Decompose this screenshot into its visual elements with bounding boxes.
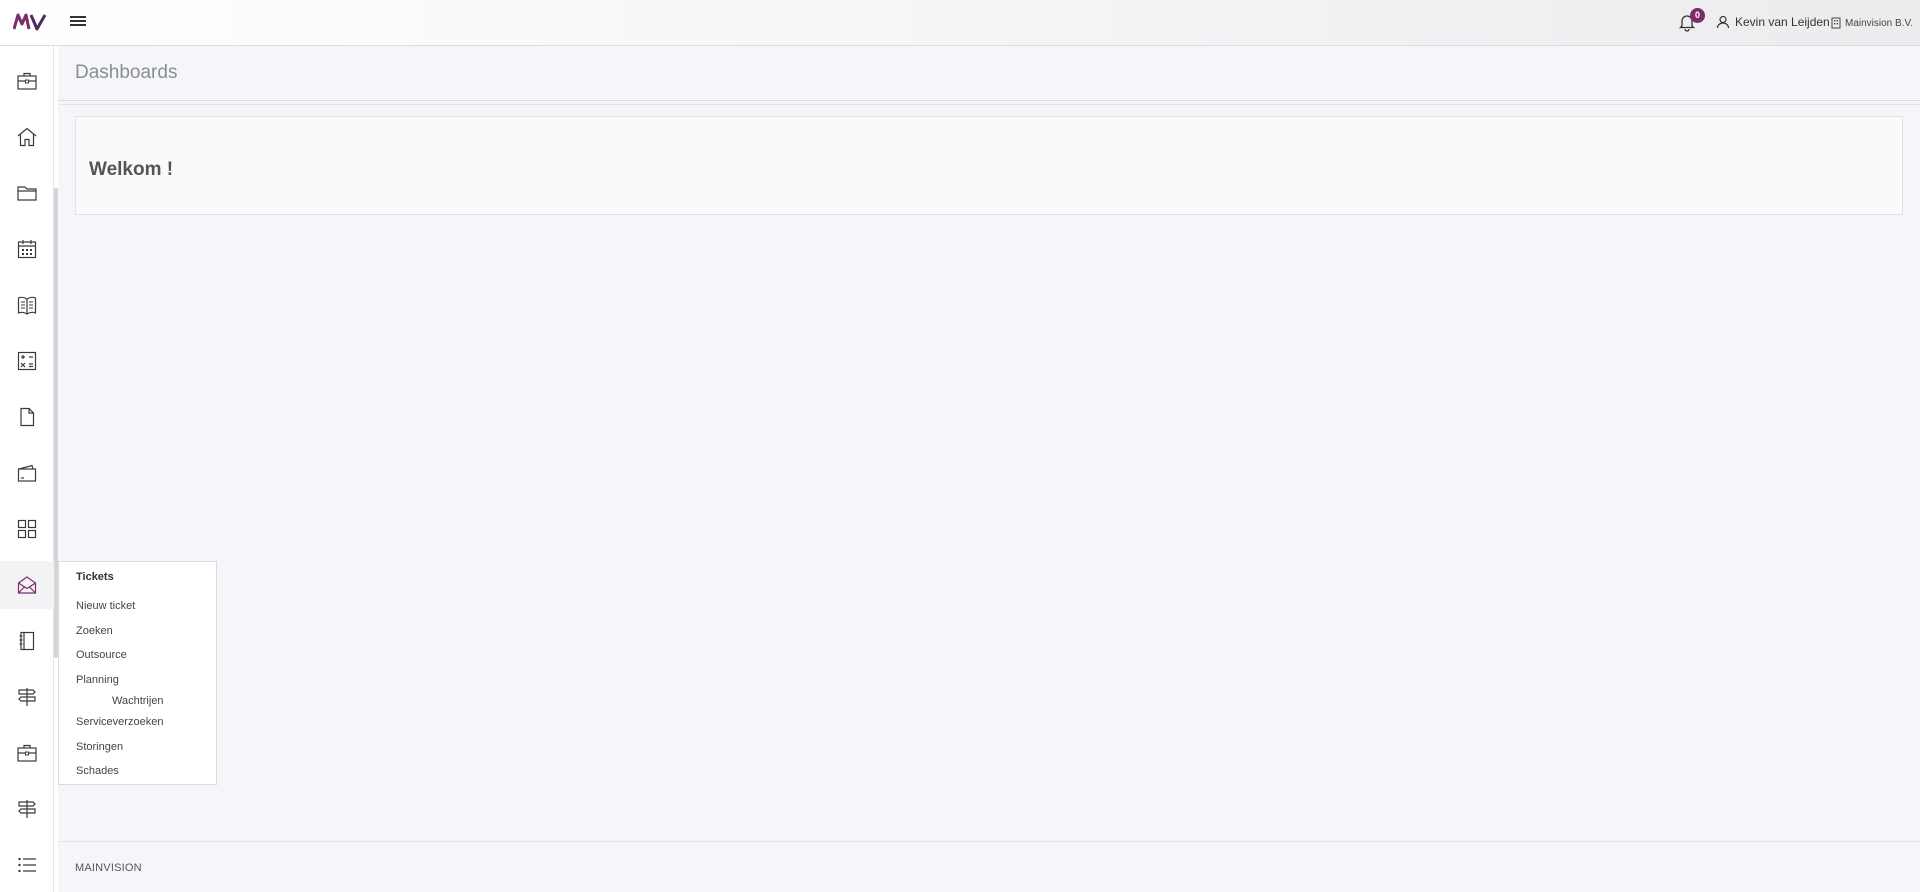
menu-item-nieuw-ticket[interactable]: Nieuw ticket bbox=[76, 600, 135, 612]
page-title: Dashboards bbox=[75, 62, 178, 83]
calculator-icon bbox=[17, 351, 37, 371]
top-bar: 0 Kevin van Leijden Mainvision B.V. bbox=[0, 0, 1920, 46]
sidebar-item-briefcase-2[interactable] bbox=[0, 729, 54, 777]
company-name: Mainvision B.V. bbox=[1845, 17, 1913, 29]
hamburger-icon-line bbox=[70, 24, 86, 26]
home-icon bbox=[17, 127, 37, 147]
list-icon bbox=[18, 857, 36, 873]
menu-item-schades[interactable]: Schades bbox=[76, 765, 119, 777]
briefcase-icon bbox=[17, 72, 37, 90]
grid-icon bbox=[17, 519, 37, 539]
footer-brand-text: MAINVISION bbox=[75, 862, 142, 874]
company-selector[interactable]: Mainvision B.V. bbox=[1831, 15, 1913, 31]
sidebar-item-signpost-2[interactable] bbox=[0, 785, 54, 833]
mainvision-logo[interactable] bbox=[13, 11, 47, 33]
welcome-card: Welkom ! bbox=[75, 116, 1903, 215]
menu-item-wachtrijen[interactable]: Wachtrijen bbox=[112, 695, 164, 707]
menu-item-zoeken[interactable]: Zoeken bbox=[76, 625, 113, 637]
folder-icon bbox=[17, 186, 37, 201]
sidebar-item-calendar[interactable] bbox=[0, 225, 54, 273]
flyout-title: Tickets bbox=[76, 571, 114, 583]
user-name: Kevin van Leijden bbox=[1735, 15, 1830, 29]
calendar-icon bbox=[17, 240, 37, 259]
welcome-heading: Welkom ! bbox=[89, 159, 174, 180]
user-menu[interactable]: Kevin van Leijden bbox=[1716, 13, 1830, 31]
sidebar-item-signpost[interactable] bbox=[0, 673, 54, 721]
hamburger-icon-line bbox=[70, 20, 86, 22]
wallet-icon bbox=[17, 464, 37, 482]
sidebar-item-list[interactable] bbox=[0, 841, 54, 889]
signpost-icon bbox=[18, 800, 36, 818]
signpost-icon bbox=[18, 688, 36, 706]
page-header: Dashboards bbox=[58, 46, 1920, 101]
hamburger-icon bbox=[70, 16, 86, 18]
briefcase-icon bbox=[17, 744, 37, 762]
sidebar-item-folder[interactable] bbox=[0, 169, 54, 217]
menu-item-outsource[interactable]: Outsource bbox=[76, 649, 127, 661]
sidebar-item-notebook[interactable] bbox=[0, 617, 54, 665]
notebook-icon bbox=[19, 631, 35, 651]
sidebar-item-tickets[interactable] bbox=[0, 561, 54, 609]
sidebar-item-calculator[interactable] bbox=[0, 337, 54, 385]
sidebar-item-grid[interactable] bbox=[0, 505, 54, 553]
building-icon bbox=[1831, 17, 1841, 29]
sidebar-item-book[interactable] bbox=[0, 281, 54, 329]
sidebar bbox=[0, 46, 54, 892]
tickets-flyout-menu: Tickets Nieuw ticket Zoeken Outsource Pl… bbox=[58, 561, 217, 785]
document-icon bbox=[20, 407, 35, 427]
menu-toggle-button[interactable] bbox=[70, 14, 86, 30]
header-divider bbox=[58, 104, 1920, 105]
sidebar-item-document[interactable] bbox=[0, 393, 54, 441]
book-icon bbox=[17, 296, 37, 315]
notification-count-badge[interactable]: 0 bbox=[1690, 8, 1705, 23]
menu-item-serviceverzoeken[interactable]: Serviceverzoeken bbox=[76, 716, 163, 728]
sidebar-item-briefcase[interactable] bbox=[0, 57, 54, 105]
menu-item-planning[interactable]: Planning bbox=[76, 674, 119, 686]
menu-item-storingen[interactable]: Storingen bbox=[76, 741, 123, 753]
footer: MAINVISION bbox=[58, 841, 1920, 892]
sidebar-item-home[interactable] bbox=[0, 113, 54, 161]
user-icon bbox=[1716, 15, 1730, 29]
mail-icon bbox=[17, 576, 37, 594]
sidebar-item-wallet[interactable] bbox=[0, 449, 54, 497]
